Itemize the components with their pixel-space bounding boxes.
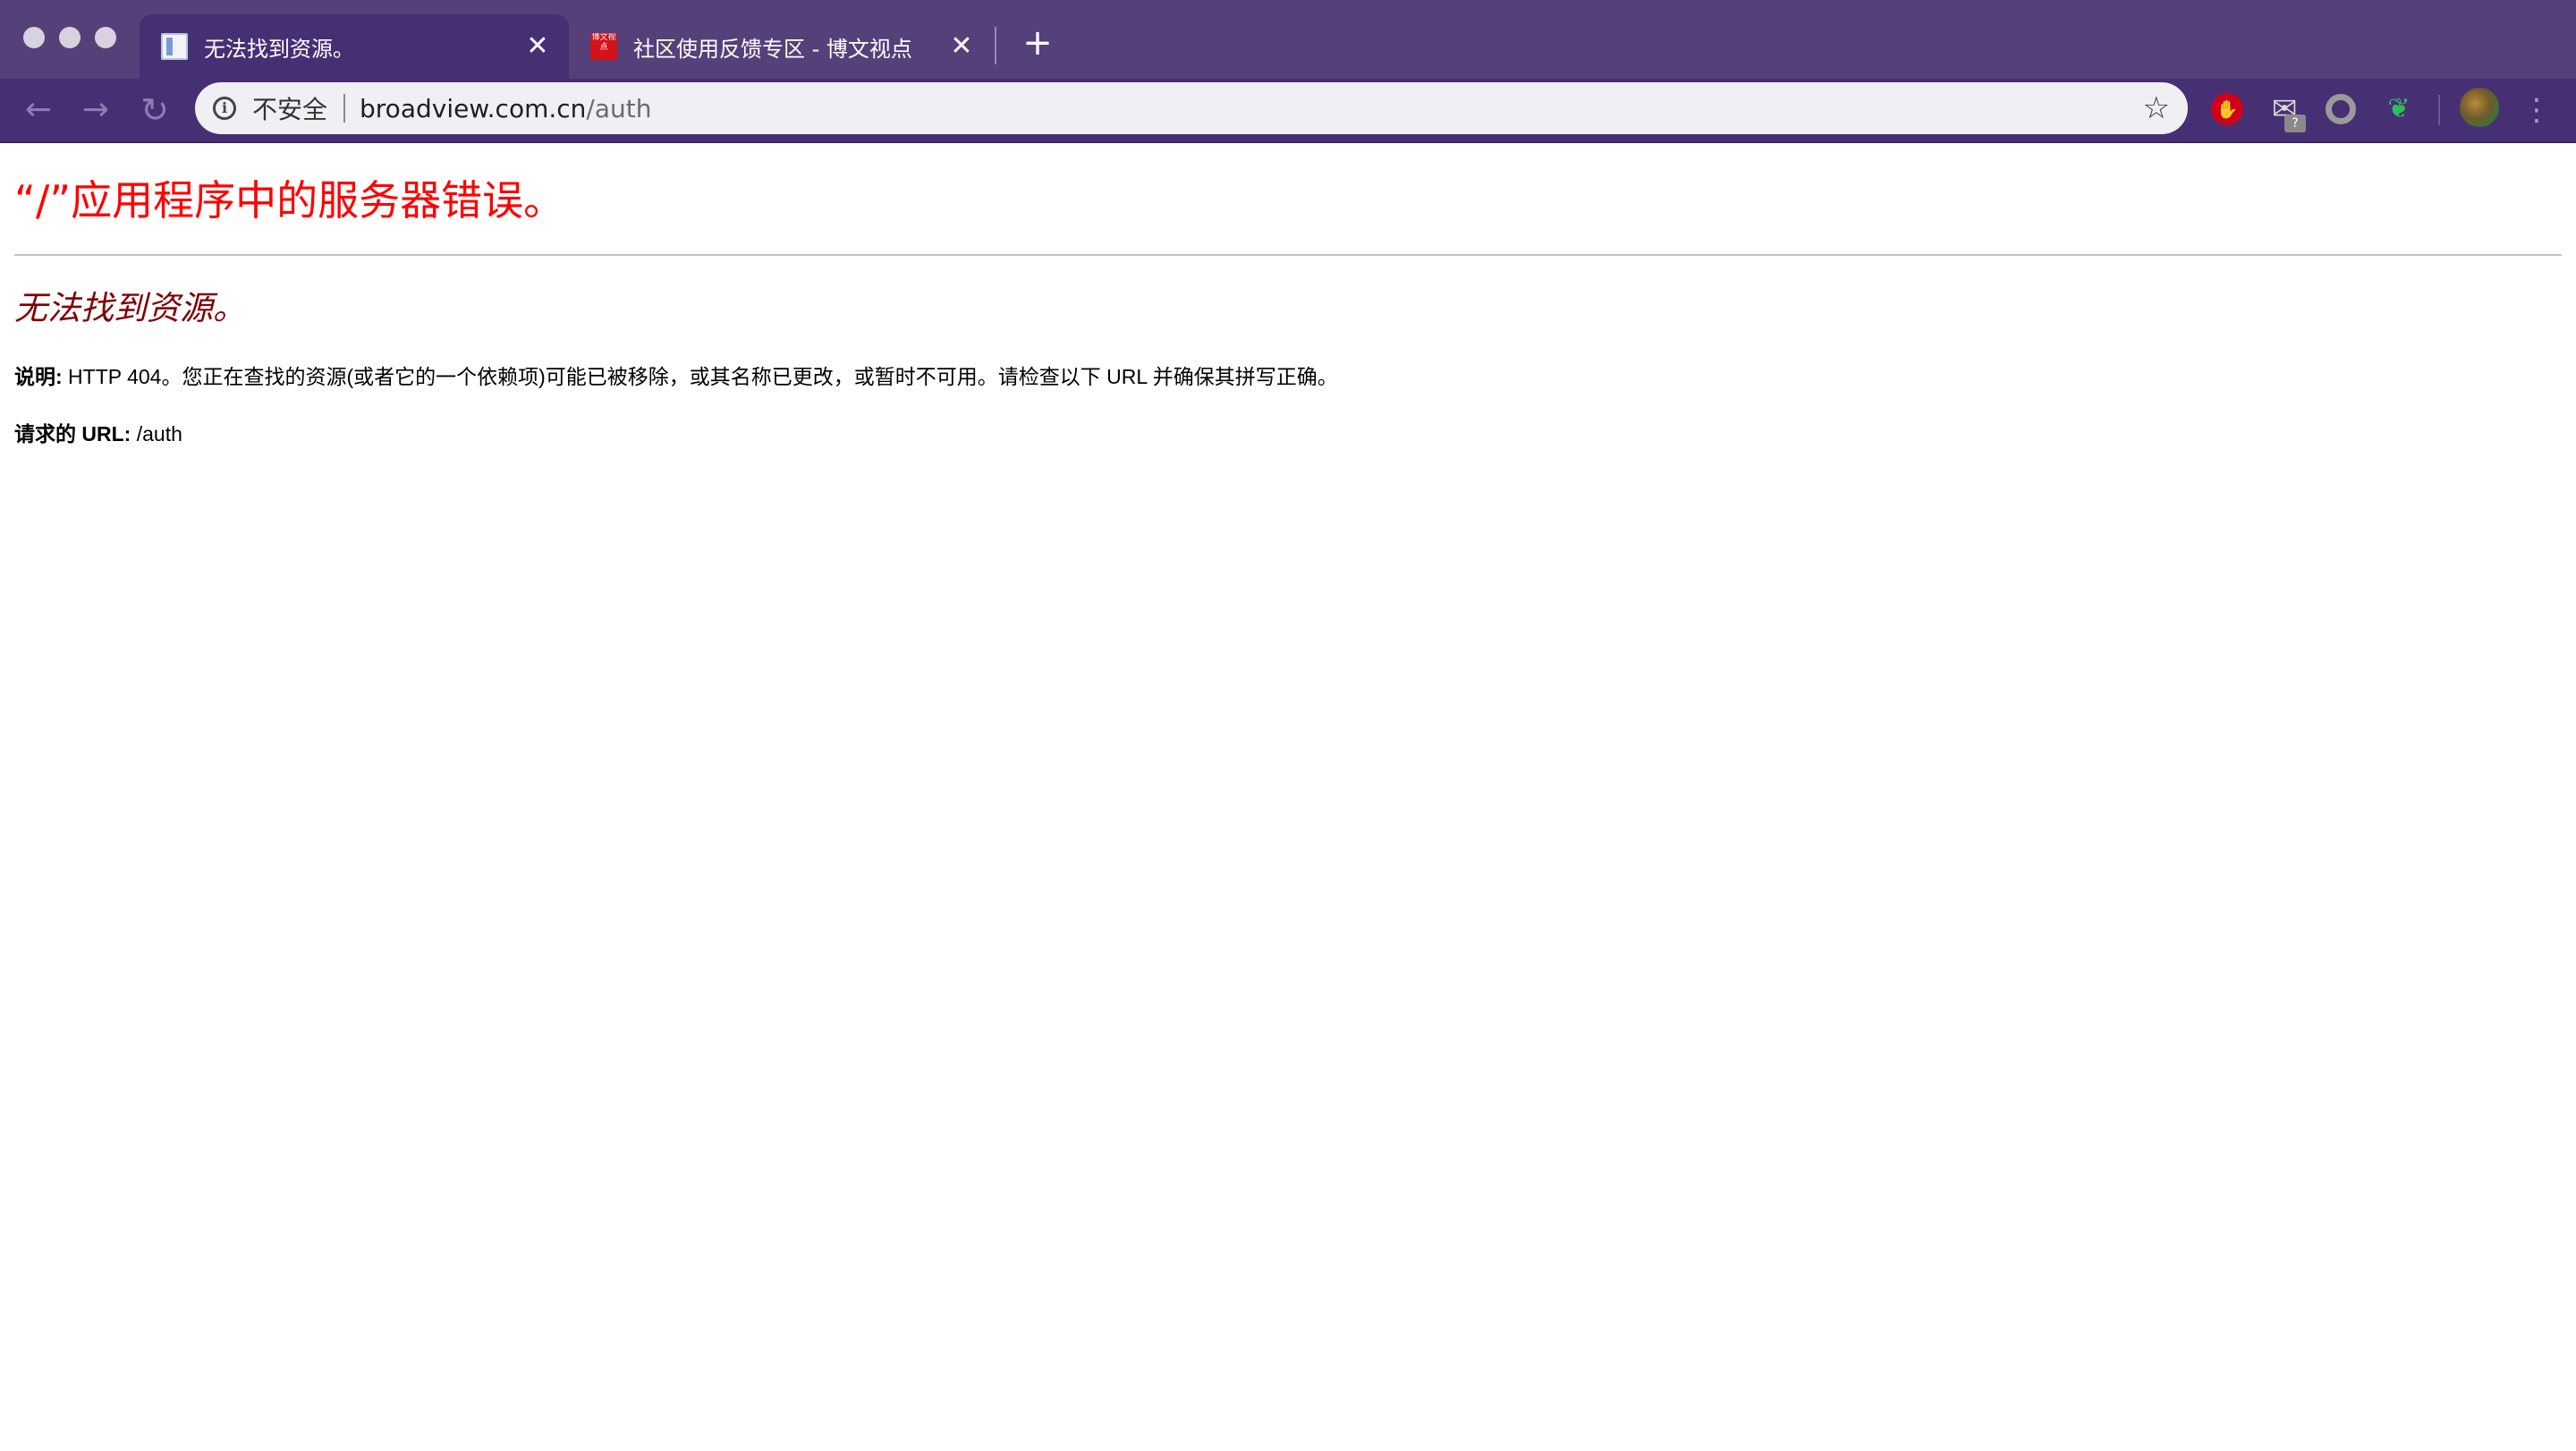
- tab-inactive[interactable]: 博文视点 社区使用反馈专区 - 博文视点 ✕: [572, 14, 993, 79]
- tab-title: 无法找到资源。: [204, 36, 354, 62]
- tab-active[interactable]: 无法找到资源。 ✕: [140, 14, 569, 79]
- error-title: “/”应用程序中的服务器错误。: [14, 176, 565, 225]
- description-label: 说明:: [14, 365, 63, 388]
- evernote-extension-icon[interactable]: ❦: [2383, 93, 2415, 125]
- url-host: broadview.com.cn: [360, 93, 587, 123]
- tab-title: 社区使用反馈专区 - 博文视点: [633, 36, 912, 62]
- broadview-icon: 博文视点: [590, 33, 617, 60]
- document-icon: [161, 33, 188, 60]
- mail-badge: ?: [2284, 115, 2306, 132]
- arrow-right-icon: →: [81, 91, 110, 128]
- page-content: “/”应用程序中的服务器错误。 无法找到资源。 说明: HTTP 404。您正在…: [14, 143, 2562, 449]
- window-zoom-button[interactable]: [95, 27, 116, 48]
- window-minimize-button[interactable]: [59, 27, 80, 48]
- divider: [14, 254, 2562, 256]
- window-close-button[interactable]: [23, 27, 45, 48]
- bookmark-star-icon[interactable]: ☆: [2143, 90, 2170, 126]
- tab-separator: [995, 27, 996, 64]
- new-tab-button[interactable]: +: [1020, 21, 1055, 64]
- browser-toolbar: ← → ↻ i 不安全 broadview.com.cn/auth ☆ ✉? ❦…: [0, 79, 2576, 143]
- description-text: HTTP 404。您正在查找的资源(或者它的一个依赖项)可能已被移除，或其名称已…: [62, 365, 1338, 388]
- request-value: /auth: [131, 422, 182, 445]
- address-bar[interactable]: i 不安全 broadview.com.cn/auth ☆: [195, 82, 2188, 134]
- request-label: 请求的 URL:: [14, 422, 131, 445]
- error-description: 说明: HTTP 404。您正在查找的资源(或者它的一个依赖项)可能已被移除，或…: [14, 361, 2562, 392]
- requested-url: 请求的 URL: /auth: [14, 419, 2562, 449]
- profile-avatar[interactable]: [2460, 88, 2499, 127]
- reload-icon: ↻: [140, 90, 169, 130]
- url-text[interactable]: broadview.com.cn/auth: [360, 94, 2143, 123]
- address-separator: [343, 94, 346, 123]
- toolbar-separator: [2438, 95, 2440, 125]
- mail-extension-icon[interactable]: ✉?: [2268, 93, 2306, 132]
- info-icon[interactable]: i: [213, 97, 236, 120]
- circle-extension-icon[interactable]: [2326, 94, 2356, 124]
- tab-close-button[interactable]: ✕: [524, 33, 551, 60]
- back-button[interactable]: ←: [16, 79, 61, 141]
- stop-hand-extension-icon[interactable]: [2211, 93, 2243, 125]
- url-path: /auth: [586, 93, 652, 123]
- forward-button[interactable]: →: [73, 79, 118, 141]
- error-subtitle: 无法找到资源。: [14, 289, 246, 327]
- security-label[interactable]: 不安全: [252, 90, 327, 126]
- tab-close-button[interactable]: ✕: [948, 33, 975, 60]
- tab-strip: 无法找到资源。 ✕ 博文视点 社区使用反馈专区 - 博文视点 ✕ +: [0, 0, 2576, 79]
- kebab-menu-icon[interactable]: ⋮: [2521, 79, 2553, 141]
- reload-button[interactable]: ↻: [132, 79, 177, 141]
- arrow-left-icon: ←: [24, 91, 53, 128]
